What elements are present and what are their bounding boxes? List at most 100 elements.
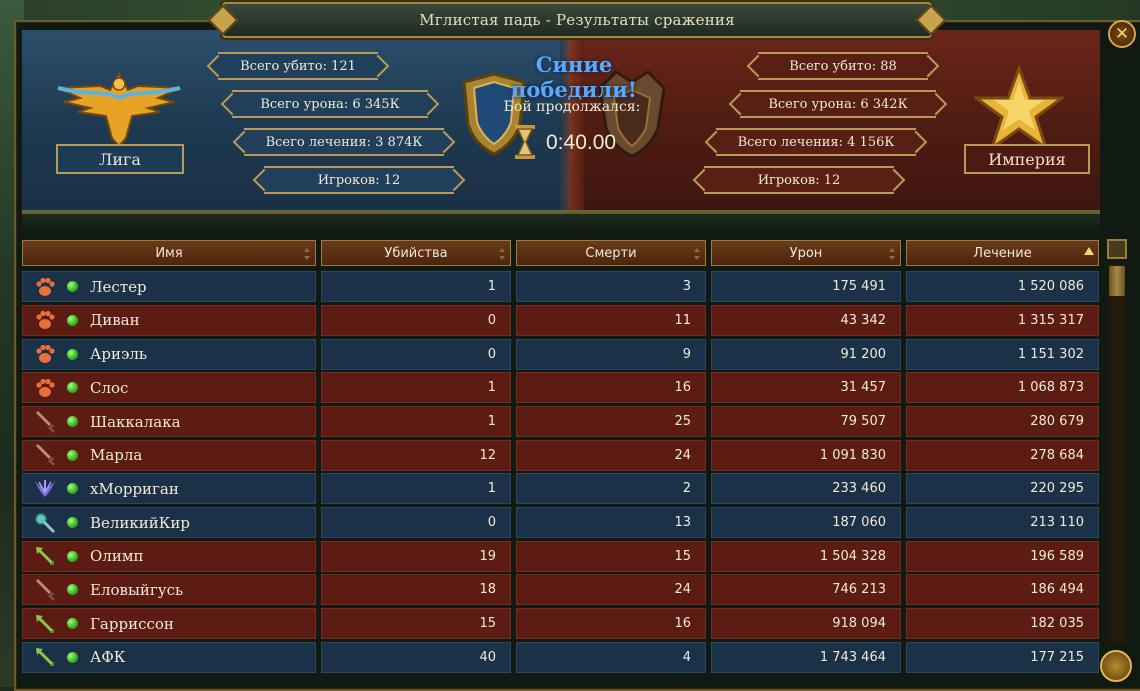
- hourglass-icon: [515, 125, 535, 159]
- table-row[interactable]: Диван 0 11 43 342 1 315 317: [22, 304, 1100, 338]
- scroll-track[interactable]: [1109, 264, 1125, 644]
- kills-cell: 12: [321, 439, 511, 471]
- league-name-plate: Лига: [56, 144, 184, 174]
- healing-cell: 177 215: [906, 641, 1099, 673]
- column-name[interactable]: Имя: [22, 240, 316, 266]
- table-row[interactable]: Еловыйгусь 18 24 746 213 186 494: [22, 573, 1100, 607]
- scroll-up-button[interactable]: [1107, 239, 1127, 259]
- league-damage: Всего урона: 6 345К: [232, 90, 428, 118]
- kills-cell: 19: [321, 540, 511, 572]
- column-deaths[interactable]: Смерти: [516, 240, 706, 266]
- deaths-cell: 25: [516, 406, 706, 438]
- column-damage-label: Урон: [789, 245, 823, 261]
- player-cell: Олимп: [22, 540, 316, 572]
- duration-time: 0:40.00: [546, 131, 617, 154]
- kills-cell: 1: [321, 271, 511, 303]
- damage-cell: 918 094: [711, 608, 901, 640]
- table-row[interactable]: Ариэль 0 9 91 200 1 151 302: [22, 337, 1100, 371]
- damage-cell: 175 491: [711, 271, 901, 303]
- damage-cell: 187 060: [711, 507, 901, 539]
- arrow-icon: [33, 544, 57, 568]
- empire-damage: Всего урона: 6 342К: [740, 90, 936, 118]
- kills-cell: 18: [321, 574, 511, 606]
- kills-cell: 1: [321, 473, 511, 505]
- online-status-icon: [67, 550, 78, 562]
- column-damage[interactable]: Урон: [711, 240, 901, 266]
- league-players-text: Игроков: 12: [317, 172, 401, 188]
- deaths-cell: 3: [516, 271, 706, 303]
- window-title: Мглистая падь - Результаты сражения: [419, 11, 735, 29]
- healing-cell: 1 068 873: [906, 372, 1099, 404]
- league-kills-text: Всего убито: 121: [240, 58, 356, 74]
- empire-name: Империя: [988, 149, 1066, 169]
- healing-cell: 280 679: [906, 406, 1099, 438]
- sword-icon: [33, 410, 57, 434]
- kills-cell: 0: [321, 507, 511, 539]
- table-row[interactable]: хМорриган 1 2 233 460 220 295: [22, 472, 1100, 506]
- sort-icon: [498, 248, 505, 260]
- table-row[interactable]: ВеликийКир 0 13 187 060 213 110: [22, 506, 1100, 540]
- player-cell: Лестер: [22, 271, 316, 303]
- empire-players-text: Игроков: 12: [757, 172, 841, 188]
- sort-icon: [303, 248, 310, 260]
- table-row[interactable]: АФК 40 4 1 743 464 177 215: [22, 641, 1100, 675]
- arrow-icon: [33, 612, 57, 636]
- paw-icon: [33, 308, 57, 332]
- player-name: Гарриссон: [90, 614, 174, 633]
- damage-cell: 31 457: [711, 372, 901, 404]
- damage-cell: 1 091 830: [711, 439, 901, 471]
- eagle-icon: [57, 71, 181, 148]
- deaths-cell: 24: [516, 439, 706, 471]
- title-bar: Мглистая падь - Результаты сражения: [222, 2, 932, 38]
- kills-cell: 0: [321, 304, 511, 336]
- table-row[interactable]: Слос 1 16 31 457 1 068 873: [22, 371, 1100, 405]
- close-button[interactable]: ✕: [1108, 20, 1136, 48]
- healing-cell: 213 110: [906, 507, 1099, 539]
- player-name: Ариэль: [90, 345, 148, 364]
- online-status-icon: [67, 618, 78, 630]
- healing-cell: 220 295: [906, 473, 1099, 505]
- player-cell: ВеликийКир: [22, 507, 316, 539]
- table-row[interactable]: Гарриссон 15 16 918 094 182 035: [22, 607, 1100, 641]
- table-row[interactable]: Шаккалака 1 25 79 507 280 679: [22, 405, 1100, 439]
- deaths-cell: 16: [516, 372, 706, 404]
- online-status-icon: [67, 483, 78, 495]
- league-healing: Всего лечения: 3 874К: [244, 128, 444, 156]
- scroll-down-button[interactable]: [1100, 650, 1132, 682]
- player-name: Шаккалака: [90, 412, 181, 431]
- damage-cell: 233 460: [711, 473, 901, 505]
- claw-icon: [33, 477, 57, 501]
- player-cell: Марла: [22, 439, 316, 471]
- player-name: хМорриган: [90, 479, 179, 498]
- deaths-cell: 9: [516, 338, 706, 370]
- close-icon: ✕: [1114, 24, 1130, 44]
- online-status-icon: [67, 382, 78, 394]
- player-name: Еловыйгусь: [90, 580, 184, 599]
- results-table: Лестер 1 3 175 491 1 520 086 Диван 0 11 43 342 1 …: [22, 270, 1100, 674]
- duration-label: Бой продолжался:: [503, 99, 641, 115]
- divider: [22, 212, 1100, 236]
- damage-cell: 43 342: [711, 304, 901, 336]
- online-status-icon: [67, 314, 78, 326]
- healing-cell: 186 494: [906, 574, 1099, 606]
- sort-icon: [888, 248, 895, 260]
- column-kills[interactable]: Убийства: [321, 240, 511, 266]
- healing-cell: 278 684: [906, 439, 1099, 471]
- paw-icon: [33, 376, 57, 400]
- empire-players: Игроков: 12: [704, 166, 894, 194]
- table-row[interactable]: Олимп 19 15 1 504 328 196 589: [22, 540, 1100, 574]
- table-row[interactable]: Лестер 1 3 175 491 1 520 086: [22, 270, 1100, 304]
- column-name-label: Имя: [155, 245, 183, 261]
- scroll-thumb[interactable]: [1109, 266, 1125, 296]
- player-cell: Ариэль: [22, 338, 316, 370]
- column-healing[interactable]: Лечение: [906, 240, 1099, 266]
- sort-icon: [693, 248, 700, 260]
- player-name: Олимп: [90, 547, 144, 566]
- empire-name-plate: Империя: [964, 144, 1090, 174]
- deaths-cell: 16: [516, 608, 706, 640]
- table-row[interactable]: Марла 12 24 1 091 830 278 684: [22, 438, 1100, 472]
- player-name: Марла: [90, 446, 143, 465]
- kills-cell: 15: [321, 608, 511, 640]
- player-cell: Гарриссон: [22, 608, 316, 640]
- scrollbar[interactable]: [1104, 236, 1128, 666]
